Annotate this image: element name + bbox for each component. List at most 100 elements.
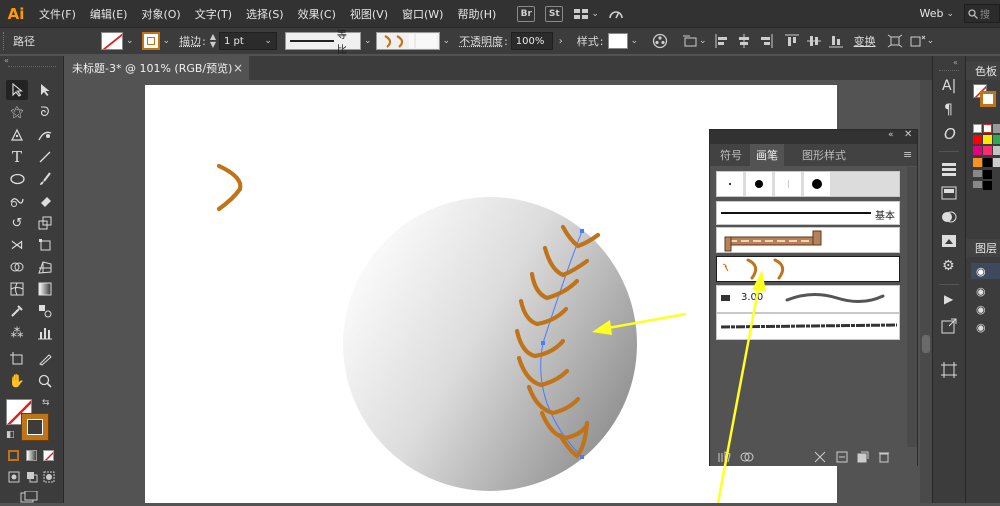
draw-inside-button[interactable] (43, 471, 55, 486)
paintbrush-tool[interactable] (34, 169, 56, 189)
tab-brushes[interactable]: 画笔 (750, 144, 784, 166)
menu-select[interactable]: 选择(S) (239, 6, 291, 22)
workspace-switcher[interactable]: Web (912, 7, 946, 20)
shape-builder-tool[interactable] (6, 257, 28, 277)
layer-visibility-eye-icon[interactable]: ◉ (971, 319, 1000, 335)
ellipse-tool[interactable] (6, 169, 28, 189)
panel-menu-icon[interactable]: ≡ (903, 148, 912, 161)
slice-tool[interactable] (34, 349, 56, 369)
brush-swatch[interactable] (775, 172, 801, 196)
none-mode-button[interactable] (43, 450, 54, 461)
transform-panel-icon[interactable] (941, 186, 957, 200)
type-tool[interactable]: T (6, 147, 28, 167)
collapse-panel-icon[interactable]: « (888, 130, 894, 140)
document-tab[interactable]: 未标题-3* @ 101% (RGB/预览) × (64, 56, 249, 80)
paragraph-panel-icon[interactable]: ¶ (944, 102, 953, 118)
lasso-tool[interactable]: ᘐ (34, 102, 56, 122)
tab-symbols[interactable]: 符号 (714, 144, 748, 166)
style-dropdown-chevron[interactable]: ⌄ (631, 36, 639, 46)
pattern-brush-row[interactable] (716, 227, 900, 253)
brush-definition[interactable] (376, 32, 440, 50)
bridge-button[interactable]: Br (517, 6, 535, 22)
search-input[interactable]: 搜 (964, 4, 1000, 23)
anchor-point[interactable] (541, 341, 545, 345)
close-tab-icon[interactable]: × (233, 61, 243, 75)
align-middle-icon[interactable] (807, 34, 821, 48)
brush-swatch[interactable] (746, 172, 772, 196)
opentype-panel-icon[interactable]: O (944, 125, 956, 143)
fill-dropdown-chevron[interactable]: ⌄ (126, 36, 134, 46)
stroke-weight-field[interactable]: 1 pt ⌄ (219, 32, 277, 50)
pathfinder-panel-icon[interactable] (941, 209, 957, 225)
close-panel-icon[interactable]: ✕ (904, 129, 912, 140)
gradient-tool[interactable] (34, 279, 56, 299)
screen-mode-button[interactable] (20, 491, 40, 506)
isolate-selection-icon[interactable] (887, 34, 903, 48)
expand-panels-icon[interactable]: « (953, 58, 958, 67)
stroke-stepper[interactable]: ▲ ▼ (210, 33, 216, 49)
hand-tool[interactable]: ✋ (6, 371, 28, 391)
swatches-panel-tab[interactable]: 色板 (966, 62, 1000, 80)
gpu-performance-icon[interactable] (607, 6, 625, 22)
swatch-grid[interactable] (973, 124, 1000, 192)
opacity-arrow-icon[interactable]: › (559, 36, 563, 47)
stock-button[interactable]: St (545, 6, 563, 22)
symbol-sprayer-tool[interactable]: ⁂ (6, 323, 28, 343)
menu-help[interactable]: 帮助(H) (450, 6, 503, 22)
align-center-icon[interactable] (737, 34, 751, 48)
align-panel-icon[interactable] (941, 162, 957, 176)
image-trace-panel-icon[interactable] (941, 234, 957, 248)
collapse-toolbar-icon[interactable]: « (0, 56, 64, 64)
variable-width-profile[interactable]: 等比 (285, 32, 361, 50)
curvature-tool[interactable] (34, 125, 56, 145)
menu-effect[interactable]: 效果(C) (291, 6, 343, 22)
mesh-tool[interactable] (6, 279, 28, 299)
gradient-mode-button[interactable] (26, 450, 37, 461)
scrollbar-thumb[interactable] (922, 335, 930, 353)
grip-handle[interactable] (3, 32, 9, 50)
trash-icon[interactable] (878, 451, 890, 463)
align-right-icon[interactable] (759, 34, 773, 48)
scale-tool[interactable] (34, 213, 56, 233)
align-to-icon[interactable] (682, 34, 698, 48)
anchor-point[interactable] (580, 229, 584, 233)
panel-titlebar[interactable]: « ✕ (710, 130, 917, 144)
remove-brush-stroke-icon[interactable] (814, 451, 826, 463)
opacity-field[interactable]: 100% (511, 32, 553, 50)
stroke-dropdown-chevron[interactable]: ⌄ (163, 36, 171, 46)
selection-tool[interactable] (6, 80, 28, 100)
eraser-tool[interactable] (34, 191, 56, 211)
recolor-artwork-icon[interactable] (652, 33, 668, 49)
opacity-label[interactable]: 不透明度 (459, 33, 503, 49)
stitch-sample-stroke[interactable] (219, 166, 240, 209)
artboards-panel-icon[interactable] (941, 362, 957, 378)
free-transform-tool[interactable] (34, 235, 56, 255)
direct-selection-tool[interactable] (34, 80, 56, 100)
menu-window[interactable]: 窗口(W) (395, 6, 450, 22)
brush-dropdown-chevron[interactable]: ⌄ (443, 36, 451, 46)
menu-type[interactable]: 文字(T) (188, 6, 239, 22)
column-graph-tool[interactable] (34, 323, 56, 343)
zoom-tool[interactable] (34, 371, 56, 391)
actions-play-icon[interactable]: ▶ (944, 292, 953, 306)
panel-options-icon[interactable] (910, 34, 926, 48)
align-bottom-icon[interactable] (829, 34, 843, 48)
menu-file[interactable]: 文件(F) (32, 6, 83, 22)
brush-swatch[interactable] (804, 172, 830, 196)
basic-brush-row[interactable]: 基本 (716, 201, 900, 225)
magic-wand-tool[interactable]: ⚝ (6, 102, 28, 122)
swap-fill-stroke-icon[interactable]: ⇆ (42, 398, 50, 408)
graphic-style-swatch[interactable] (608, 33, 628, 49)
rotate-tool[interactable]: ↺ (6, 213, 28, 233)
layers-panel-tab[interactable]: 图层 (966, 239, 1000, 257)
new-brush-icon[interactable] (857, 451, 869, 463)
perspective-grid-tool[interactable] (34, 257, 56, 277)
grip-handle[interactable] (8, 66, 56, 67)
grip-handle[interactable] (939, 70, 959, 71)
layer-visibility-eye-icon[interactable]: ◉ (971, 263, 1000, 279)
shaper-tool[interactable] (6, 191, 28, 211)
layer-visibility-eye-icon[interactable]: ◉ (971, 283, 1000, 299)
transform-button[interactable]: 变换 (854, 33, 876, 49)
layer-visibility-eye-icon[interactable]: ◉ (971, 301, 1000, 317)
menu-edit[interactable]: 编辑(E) (83, 6, 135, 22)
